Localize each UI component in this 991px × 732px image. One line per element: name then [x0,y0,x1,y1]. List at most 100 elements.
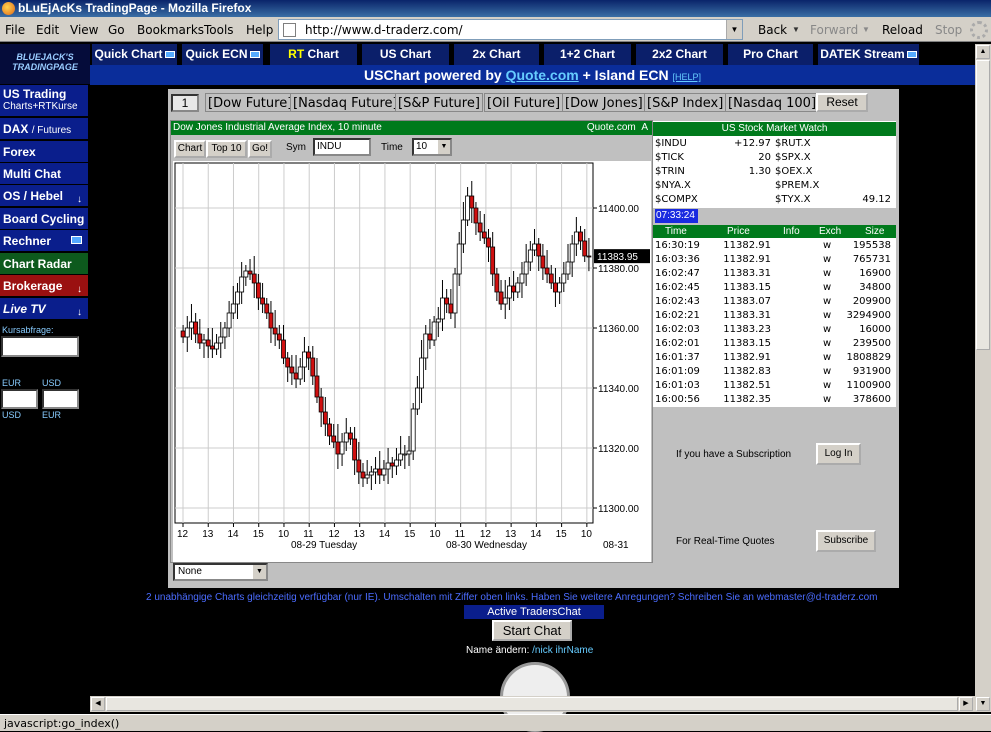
sidebar-item-board-cycling[interactable]: Board Cycling [0,208,88,230]
currency-from-label: EUR [2,378,22,388]
menu-view[interactable]: View [70,23,98,37]
address-bar[interactable]: http://www.d-traderz.com/ ▼ [278,19,743,40]
kursabfrage-input[interactable] [1,336,79,357]
menu-file[interactable]: File [5,23,25,37]
login-button[interactable]: Log In [816,443,861,465]
plot-area[interactable]: 11300.00 11320.00 11340.00 11360.00 11380.00… [173,161,651,562]
nick-command[interactable]: /nick ihrName [532,645,593,656]
tab-2x-chart[interactable]: 2x Chart [454,44,540,65]
col-time-header: Time [665,226,687,237]
scroll-thumb[interactable] [976,60,990,350]
eur-usd-input[interactable] [1,389,38,409]
start-chat-button[interactable]: Start Chat [492,620,572,641]
tab-quick-chart[interactable]: Quick Chart [92,44,178,65]
time-select[interactable]: 10 ▼ [412,138,452,156]
reset-button[interactable]: Reset [816,93,868,112]
candle-body [368,471,374,476]
tab-quick-ecn[interactable]: Quick ECN [182,44,264,65]
nasdaq-future-button[interactable]: [Nasdaq Future] [290,93,401,112]
table-row: 16:30:19 11382.91 w 195538 [653,239,896,253]
x-tick-label: 15 [253,529,265,540]
candle-body [373,468,378,473]
back-dropdown-icon[interactable]: ▼ [792,25,800,34]
vertical-scrollbar[interactable]: ▲ ▼ [975,44,991,712]
tab-pro-chart[interactable]: Pro Chart [728,44,814,65]
top10-button[interactable]: Top 10 [206,140,247,158]
forward-dropdown-icon[interactable]: ▼ [862,25,870,34]
candle-body [205,339,211,347]
sidebar-item-chart-radar[interactable]: Chart Radar [0,253,88,275]
reload-button[interactable]: Reload [882,23,923,37]
x-tick-label: 10 [278,529,290,540]
sp-future-button[interactable]: [S&P Future] [395,93,483,112]
table-cell: 209900 [852,296,891,307]
candle-body [414,387,420,410]
help-link[interactable]: [HELP] [672,72,701,82]
tab-datek-stream[interactable]: DATEK Stream [818,44,920,65]
table-cell: 1808829 [846,352,891,363]
candle-body [306,351,312,359]
overlay-select[interactable]: None ▼ [173,563,268,581]
watch-cell: 49.12 [862,194,891,205]
menu-bookmarks[interactable]: Bookmarks [137,23,204,37]
sidebar-item-os-hebel[interactable]: OS / Hebel ↓ [0,185,88,207]
tab-label: Quick Chart [94,47,163,61]
overlay-value: None [178,566,202,577]
col-info-header: Info [783,226,800,237]
symbol-input[interactable]: INDU [313,138,371,156]
tab-2x2-chart[interactable]: 2x2 Chart [636,44,724,65]
traders-chat-title: Active TradersChat [464,605,604,619]
candle-body [209,345,215,350]
x-tick-label: 13 [354,529,366,540]
scroll-left-icon[interactable]: ◀ [91,697,105,711]
tab-1-2-chart[interactable]: 1+2 Chart [544,44,632,65]
candle-body [360,471,366,479]
dow-jones-button[interactable]: [Dow Jones] [562,93,646,112]
sidebar-item-us-trading[interactable]: US Trading Charts+RTKurse [0,85,88,117]
usd-eur-input[interactable] [42,389,79,409]
go-button[interactable]: Go! [248,140,272,158]
candle-body [281,339,286,359]
x-tick-label: 12 [480,529,492,540]
candle-body [222,327,228,338]
powered-by-bar: USChart powered by Quote.com + Island EC… [90,65,975,85]
sidebar-item-live-tv[interactable]: Live TV ↓ [0,298,88,320]
oil-future-button[interactable]: [Oil Future] [484,93,564,112]
dow-future-button[interactable]: [Dow Future] [205,93,296,112]
sidebar-item-sublabel: / Futures [31,125,72,136]
realtime-text: For Real-Time Quotes [676,536,775,547]
sidebar-item-rechner[interactable]: Rechner [0,230,88,252]
candle-body [460,219,466,245]
chart-button[interactable]: Chart [174,140,206,158]
sidebar-item-brokerage[interactable]: Brokerage ↓ [0,275,88,297]
quote-com-link[interactable]: Quote.com [506,67,579,83]
subscribe-button[interactable]: Subscribe [816,530,876,552]
sidebar-item-forex[interactable]: Forex [0,141,88,163]
candle-body [410,408,416,452]
menu-edit[interactable]: Edit [36,23,59,37]
tab-rt-chart[interactable]: RT Chart [270,44,358,65]
url-dropdown-icon[interactable]: ▼ [726,20,742,39]
candle-body [377,468,383,476]
menu-help[interactable]: Help [246,23,273,37]
scroll-right-icon[interactable]: ▶ [959,697,973,711]
window-icon [906,51,917,58]
sidebar-item-multi-chat[interactable]: Multi Chat [0,163,88,185]
sidebar-item-dax[interactable]: DAX / Futures [0,118,88,140]
back-button[interactable]: Back [758,23,787,37]
chart-number-select[interactable]: 1 [171,94,199,112]
menu-tools[interactable]: Tools [204,23,234,37]
sp-index-button[interactable]: [S&P Index] [644,93,727,112]
chevron-down-icon: ▼ [438,140,450,154]
scroll-up-icon[interactable]: ▲ [976,45,990,59]
tab-us-chart[interactable]: US Chart [362,44,450,65]
nasdaq-100-button[interactable]: [Nasdaq 100] [725,93,820,112]
sym-label: Sym [286,142,306,153]
horizontal-scrollbar[interactable]: ◀ ▶ [90,696,975,712]
site-logo[interactable]: BLUEJACK'S TRADINGPAGE [0,44,90,84]
hscroll-thumb[interactable] [106,697,958,711]
scroll-down-icon[interactable]: ▼ [976,697,990,711]
forward-button[interactable]: Forward [810,23,858,37]
menu-go[interactable]: Go [108,23,125,37]
stop-button[interactable]: Stop [935,23,962,37]
